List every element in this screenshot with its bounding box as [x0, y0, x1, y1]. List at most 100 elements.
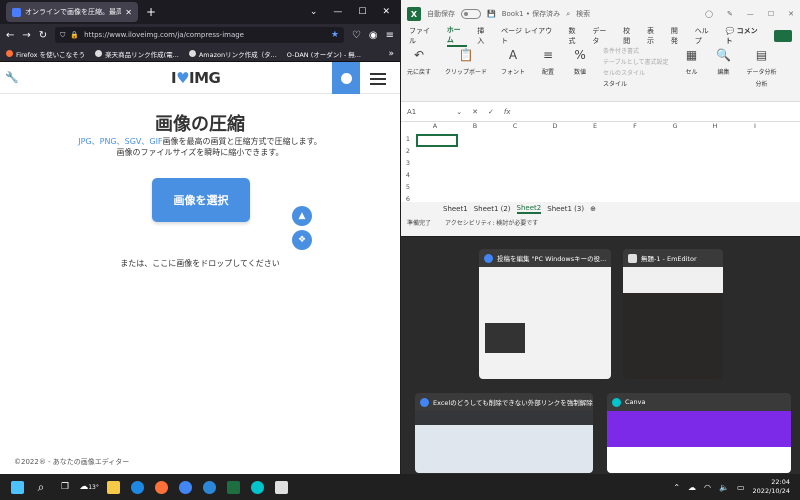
autosave-toggle[interactable]: [461, 9, 481, 19]
browser-tab[interactable]: オンラインで画像を圧縮。最高の画 ✕: [6, 2, 138, 22]
search-label[interactable]: 検索: [576, 9, 590, 19]
format-as-table-button[interactable]: テーブルとして書式設定: [603, 57, 668, 66]
editing-group[interactable]: 🔍 編集: [715, 46, 733, 99]
row-header[interactable]: 3: [401, 159, 415, 167]
comment-button[interactable]: 💬 コメント: [725, 26, 764, 46]
forward-icon[interactable]: →: [22, 30, 30, 41]
pocket-icon[interactable]: ♡: [352, 30, 361, 41]
tab-help[interactable]: ヘルプ: [695, 26, 716, 46]
clock[interactable]: 22:04 2022/10/24: [753, 478, 790, 496]
number-group[interactable]: % 数値: [571, 46, 589, 99]
undo-group[interactable]: ↶ 元に戻す: [407, 46, 431, 99]
confirm-icon[interactable]: ✓: [488, 108, 494, 116]
bookmark-item[interactable]: 楽天商品リンク作成(電...: [95, 49, 179, 59]
name-box[interactable]: A1: [407, 108, 416, 116]
spreadsheet-grid[interactable]: A B C D E F G H I 1 2 3 4 5 6: [401, 122, 800, 203]
snap-window-chrome[interactable]: Excelのどうしても削除できない外部リンクを強制解除す...: [415, 393, 593, 473]
back-icon[interactable]: ←: [6, 30, 14, 41]
tab-home[interactable]: ホーム: [446, 25, 468, 47]
minimize-icon[interactable]: —: [747, 10, 754, 18]
wrench-icon[interactable]: 🔧: [0, 71, 24, 84]
column-header[interactable]: C: [495, 122, 535, 132]
task-view-icon[interactable]: ❐: [56, 478, 74, 496]
canva-icon[interactable]: [248, 478, 266, 496]
clipboard-group[interactable]: 📋 クリップボード: [445, 46, 487, 99]
close-tab-icon[interactable]: ✕: [125, 8, 132, 17]
hamburger-menu-icon[interactable]: [370, 70, 386, 88]
font-group[interactable]: A フォント: [501, 46, 525, 99]
cloud-icon[interactable]: ☁: [688, 483, 696, 492]
sheet-tab-active[interactable]: Sheet2: [516, 204, 542, 214]
maximize-icon[interactable]: ☐: [768, 10, 774, 18]
function-icon[interactable]: fx: [504, 108, 511, 116]
column-header[interactable]: I: [735, 122, 775, 132]
windows-start-icon[interactable]: [8, 478, 26, 496]
pen-icon[interactable]: ✎: [727, 10, 733, 18]
share-button[interactable]: [774, 30, 792, 42]
dropbox-icon[interactable]: ❖: [292, 230, 312, 250]
chevron-down-icon[interactable]: ⌄: [456, 108, 462, 116]
column-header[interactable]: B: [455, 122, 495, 132]
menu-icon[interactable]: ≡: [386, 30, 394, 41]
wifi-icon[interactable]: ◠: [704, 483, 711, 492]
snap-window-canva[interactable]: Canva: [607, 393, 791, 473]
column-header[interactable]: F: [615, 122, 655, 132]
row-header[interactable]: 4: [401, 171, 415, 179]
more-bookmarks-icon[interactable]: »: [388, 49, 394, 59]
url-bar[interactable]: ⛉ 🔒 https://www.iloveimg.com/ja/compress…: [55, 27, 344, 43]
user-account-button[interactable]: [332, 62, 360, 94]
row-header[interactable]: 2: [401, 147, 415, 155]
column-header[interactable]: G: [655, 122, 695, 132]
cell-styles-button[interactable]: セルのスタイル: [603, 68, 645, 77]
tab-review[interactable]: 校閲: [623, 26, 637, 46]
close-icon[interactable]: ✕: [382, 7, 390, 17]
select-images-button[interactable]: 画像を選択: [152, 178, 250, 222]
battery-icon[interactable]: ▭: [737, 483, 745, 492]
tab-page-layout[interactable]: ページ レイアウト: [501, 26, 558, 46]
add-sheet-icon[interactable]: ⊕: [590, 205, 596, 213]
cancel-icon[interactable]: ✕: [472, 108, 478, 116]
tab-view[interactable]: 表示: [647, 26, 661, 46]
new-tab-icon[interactable]: +: [146, 5, 156, 19]
chevron-up-icon[interactable]: ⌃: [673, 483, 680, 492]
excel-icon[interactable]: [224, 478, 242, 496]
conditional-format-button[interactable]: 条件付き書式: [603, 46, 639, 55]
sheet-tab[interactable]: Sheet1: [443, 205, 468, 213]
firefox-icon[interactable]: [152, 478, 170, 496]
cells-group[interactable]: ▦ セル: [683, 46, 701, 99]
column-header[interactable]: D: [535, 122, 575, 132]
row-header[interactable]: 6: [401, 195, 415, 203]
edge-icon[interactable]: [128, 478, 146, 496]
column-header[interactable]: E: [575, 122, 615, 132]
iloveimg-logo[interactable]: I♥IMG: [171, 69, 221, 87]
row-header[interactable]: 5: [401, 183, 415, 191]
sheet-tab[interactable]: Sheet1 (2): [474, 205, 511, 213]
data-analysis-group[interactable]: ▤ データ分析 分析: [747, 46, 777, 99]
account-icon[interactable]: ◯: [705, 10, 713, 18]
bookmark-item[interactable]: Firefox を使いこなそう: [6, 49, 85, 59]
row-header[interactable]: 1: [401, 135, 415, 143]
tab-file[interactable]: ファイル: [409, 26, 437, 46]
tab-formulas[interactable]: 数式: [569, 26, 583, 46]
column-header[interactable]: A: [415, 122, 455, 132]
close-icon[interactable]: ✕: [788, 10, 794, 18]
notepad-icon[interactable]: [272, 478, 290, 496]
google-drive-icon[interactable]: ▲: [292, 206, 312, 226]
save-icon[interactable]: 💾: [487, 10, 496, 18]
account-icon[interactable]: ◉: [369, 30, 378, 41]
accessibility-status[interactable]: アクセシビリティ: 検討が必要です: [445, 218, 538, 227]
sheet-tab[interactable]: Sheet1 (3): [547, 205, 584, 213]
help-icon[interactable]: [200, 478, 218, 496]
bookmark-item[interactable]: Amazonリンク作成（タ...: [188, 49, 277, 59]
selected-cell[interactable]: [416, 134, 458, 147]
search-icon[interactable]: ⌕: [566, 10, 570, 19]
snap-window-wordpress[interactable]: 投稿を編集 "PC Windowsキーの役...: [479, 249, 611, 379]
bookmark-item[interactable]: O-DAN (オーダン) - 無...: [287, 49, 361, 59]
maximize-icon[interactable]: ☐: [358, 7, 366, 17]
volume-icon[interactable]: 🔈: [719, 483, 729, 492]
search-icon[interactable]: ⌕: [32, 478, 50, 496]
column-header[interactable]: H: [695, 122, 735, 132]
reload-icon[interactable]: ↻: [39, 30, 47, 41]
tab-insert[interactable]: 挿入: [477, 26, 491, 46]
minimize-icon[interactable]: —: [333, 7, 342, 17]
